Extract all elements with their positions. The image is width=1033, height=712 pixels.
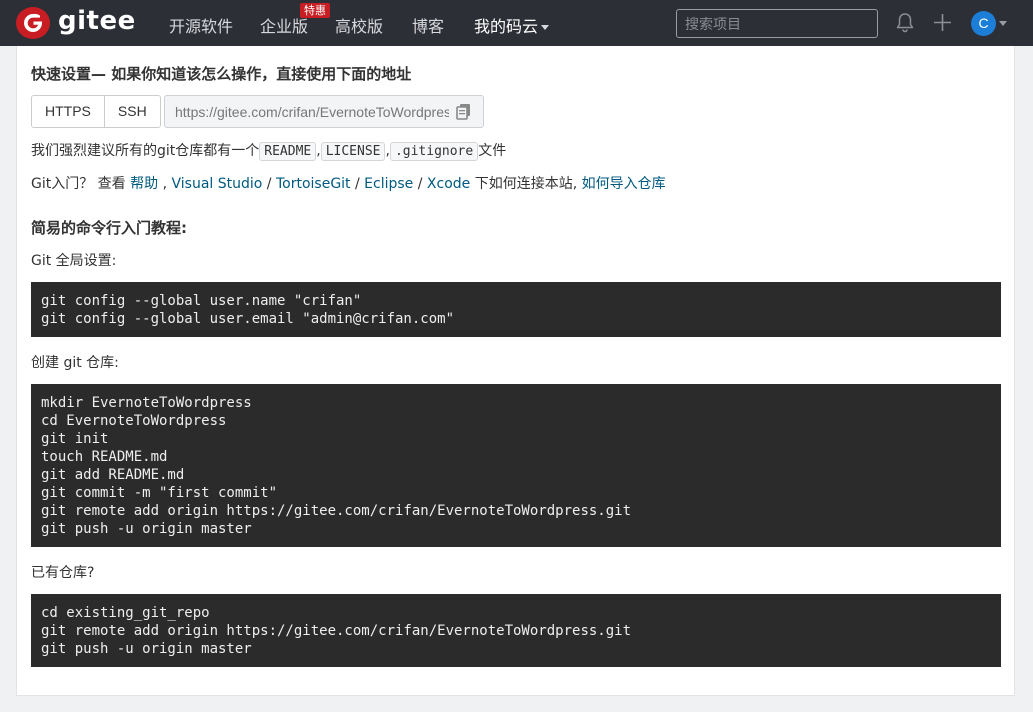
brand-name[interactable]: gitee <box>58 6 136 36</box>
git-intro-text: Git入门？ 查看 帮助 , Visual Studio / TortoiseG… <box>31 173 666 193</box>
nav-education[interactable]: 高校版 <box>335 13 383 37</box>
copy-icon[interactable] <box>456 103 471 120</box>
protocol-toggle: HTTPS SSH <box>31 95 161 128</box>
create-repo-code[interactable]: mkdir EvernoteToWordpress cd EvernoteToW… <box>31 384 1001 547</box>
clone-url-input[interactable] <box>165 96 449 127</box>
user-avatar[interactable]: C <box>971 11 996 36</box>
quick-setup-panel: 快速设置— 如果你知道该怎么操作，直接使用下面的地址 HTTPS SSH 我们强… <box>16 46 1015 696</box>
connect-text: 下如何连接本站, <box>474 176 578 192</box>
existing-repo-code[interactable]: cd existing_git_repo git remote add orig… <box>31 594 1001 667</box>
gitee-logo-icon[interactable] <box>16 7 50 39</box>
eclipse-link[interactable]: Eclipse <box>364 176 413 192</box>
top-navbar: gitee 开源软件 企业版 特惠 高校版 博客 我的码云 C <box>0 0 1033 46</box>
promo-badge: 特惠 <box>300 3 330 18</box>
nav-my-gitee[interactable]: 我的码云 <box>474 13 550 37</box>
https-button[interactable]: HTTPS <box>32 96 104 127</box>
tutorial-title: 简易的命令行入门教程: <box>31 219 187 237</box>
sep: / <box>266 176 272 192</box>
sep: / <box>417 176 423 192</box>
sep: / <box>355 176 360 192</box>
existing-repo-label: 已有仓库? <box>31 565 95 581</box>
avatar-chevron-down-icon[interactable] <box>999 21 1007 26</box>
create-repo-label: 创建 git 仓库: <box>31 355 119 371</box>
plus-icon[interactable] <box>933 13 952 32</box>
xcode-link[interactable]: Xcode <box>427 176 470 192</box>
visual-studio-link[interactable]: Visual Studio <box>172 176 263 192</box>
tortoisegit-link[interactable]: TortoiseGit <box>276 176 351 192</box>
recommend-files-text: 我们强烈建议所有的git仓库都有一个 README, LICENSE, .gitign… <box>31 140 507 161</box>
bell-icon[interactable] <box>896 12 914 33</box>
chevron-down-icon <box>541 25 550 30</box>
help-link[interactable]: 帮助 <box>130 176 158 192</box>
quick-setup-title: 快速设置— 如果你知道该怎么操作，直接使用下面的地址 <box>31 65 412 83</box>
recommend-prefix: 我们强烈建议所有的git仓库都有一个 <box>31 143 260 159</box>
sep: , <box>162 176 168 192</box>
nav-my-gitee-label: 我的码云 <box>474 17 539 36</box>
nav-open-source[interactable]: 开源软件 <box>169 13 233 37</box>
global-setup-label: Git 全局设置: <box>31 253 117 269</box>
nav-blog[interactable]: 博客 <box>412 13 444 37</box>
readme-code: README <box>259 142 317 161</box>
gitignore-code: .gitignore <box>389 142 479 161</box>
git-intro-prefix: Git入门？ 查看 <box>31 176 126 192</box>
recommend-suffix: 文件 <box>478 143 507 159</box>
license-code: LICENSE <box>320 142 386 161</box>
ssh-button[interactable]: SSH <box>103 96 160 127</box>
global-setup-code[interactable]: git config --global user.name "crifan" g… <box>31 282 1001 337</box>
import-repo-link[interactable]: 如何导入仓库 <box>582 176 666 192</box>
search-input[interactable] <box>676 9 878 38</box>
clone-url-box <box>164 95 484 128</box>
